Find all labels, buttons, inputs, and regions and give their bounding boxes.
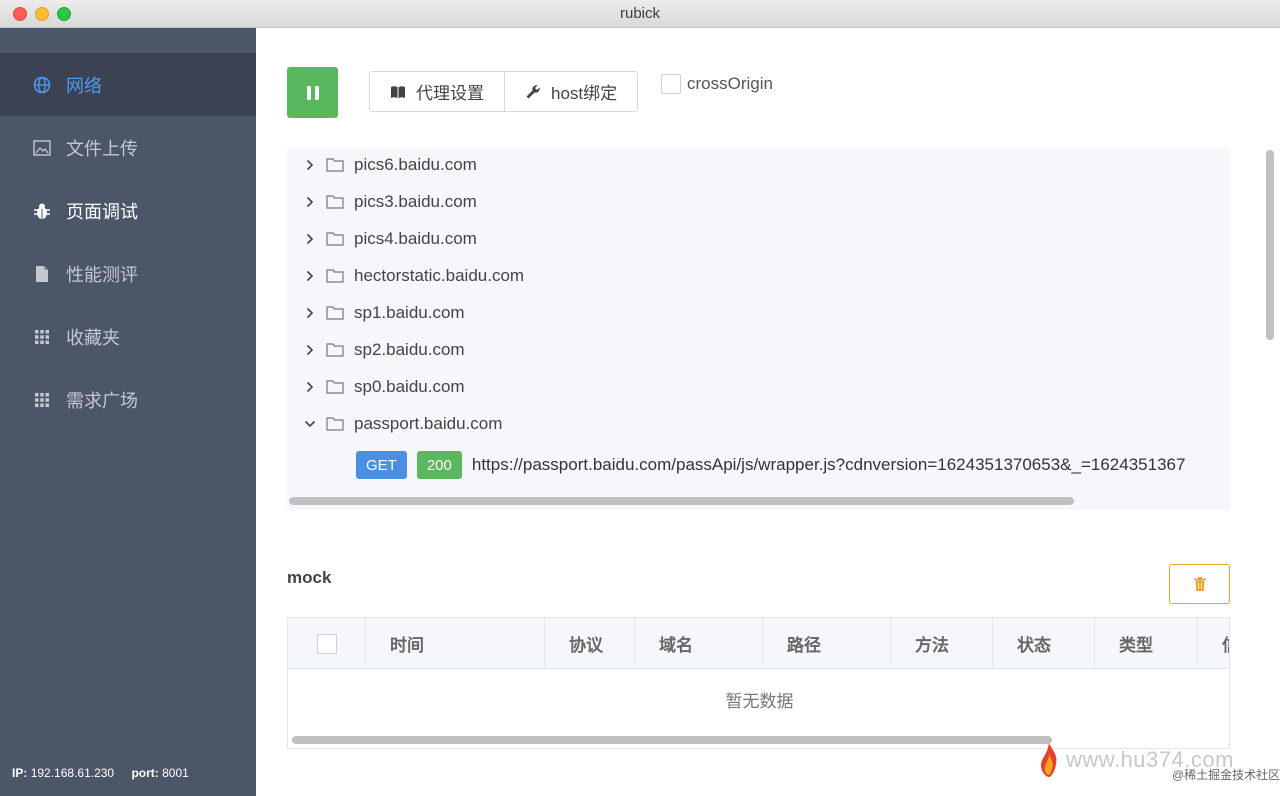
- sidebar-item-network[interactable]: 网络: [0, 53, 256, 116]
- column-header[interactable]: 域名: [635, 618, 763, 669]
- tree-node[interactable]: passport.baidu.com: [287, 405, 502, 442]
- folder-icon: [326, 379, 344, 394]
- folder-icon: [326, 305, 344, 320]
- watermark: www.hu374.com @稀土掘金技术社区: [1038, 742, 1280, 782]
- folder-icon: [326, 157, 344, 172]
- select-all-cell: [288, 618, 366, 669]
- tree-node-label: pics4.baidu.com: [354, 228, 477, 248]
- flame-logo-icon: [1038, 742, 1060, 778]
- tree-node[interactable]: sp1.baidu.com: [287, 294, 465, 331]
- status-badge: 200: [416, 451, 462, 479]
- table-horizontal-scrollbar[interactable]: [292, 736, 1052, 744]
- trash-icon: [1193, 577, 1206, 591]
- port-label: port:: [131, 766, 159, 780]
- sidebar-item-page-debug[interactable]: 页面调试: [0, 179, 256, 242]
- column-header[interactable]: 类型: [1095, 618, 1198, 669]
- tree-node[interactable]: pics3.baidu.com: [287, 183, 477, 220]
- globe-icon: [32, 75, 52, 95]
- folder-icon: [326, 194, 344, 209]
- sidebar-item-favorites[interactable]: 收藏夹: [0, 305, 256, 368]
- book-icon: [390, 85, 406, 99]
- window-title: rubick: [619, 5, 660, 22]
- grid-icon: [32, 390, 52, 410]
- tree-node-label: sp1.baidu.com: [354, 302, 465, 322]
- sidebar-item-performance[interactable]: 性能测评: [0, 242, 256, 305]
- folder-icon: [326, 268, 344, 283]
- port-value: 8001: [162, 766, 189, 780]
- sidebar-item-requirements[interactable]: 需求广场: [0, 368, 256, 431]
- watermark-subtext: @稀土掘金技术社区: [1172, 768, 1280, 782]
- host-binding-label: host绑定: [551, 84, 618, 103]
- sidebar-item-label: 文件上传: [66, 138, 138, 159]
- chevron-right-icon[interactable]: [302, 233, 318, 245]
- chevron-right-icon[interactable]: [302, 159, 318, 171]
- folder-icon: [326, 342, 344, 357]
- column-header[interactable]: 时间: [366, 618, 545, 669]
- tree-node-label: passport.baidu.com: [354, 413, 503, 433]
- sidebar-item-label: 页面调试: [66, 201, 138, 222]
- proxy-settings-label: 代理设置: [416, 84, 484, 103]
- sidebar-item-file-upload[interactable]: 文件上传: [0, 116, 256, 179]
- tree-node-label: sp2.baidu.com: [354, 339, 465, 359]
- mock-section-title: mock: [287, 568, 332, 587]
- tree-node[interactable]: sp2.baidu.com: [287, 331, 465, 368]
- column-header[interactable]: 路径: [763, 618, 891, 669]
- pause-icon: [305, 85, 321, 100]
- column-header[interactable]: 状态: [993, 618, 1095, 669]
- sidebar-item-label: 网络: [66, 75, 102, 96]
- request-row[interactable]: GET 200 https://passport.baidu.com/passA…: [356, 450, 1185, 480]
- ip-label: IP:: [12, 766, 28, 780]
- cross-origin-option[interactable]: crossOrigin: [661, 74, 773, 94]
- network-info: IP: 192.168.61.230 port: 8001: [12, 766, 193, 780]
- delete-button[interactable]: [1169, 564, 1230, 604]
- sidebar-item-label: 性能测评: [66, 264, 138, 285]
- title-bar: rubick: [0, 0, 1280, 28]
- mock-table: 时间 协议 域名 路径 方法 状态 类型 信 暂无数据: [287, 617, 1230, 749]
- chevron-down-icon[interactable]: [302, 420, 318, 428]
- sidebar-item-label: 需求广场: [66, 390, 138, 411]
- chevron-right-icon[interactable]: [302, 270, 318, 282]
- tree-node-label: pics3.baidu.com: [354, 191, 477, 211]
- column-header[interactable]: 信: [1198, 618, 1229, 669]
- image-icon: [32, 138, 52, 158]
- request-url: https://passport.baidu.com/passApi/js/wr…: [471, 455, 1186, 474]
- tree-node[interactable]: pics4.baidu.com: [287, 220, 477, 257]
- method-badge: GET: [356, 451, 407, 479]
- wrench-icon: [525, 84, 541, 100]
- ip-value: 192.168.61.230: [30, 766, 115, 780]
- proxy-settings-button[interactable]: 代理设置: [370, 72, 504, 111]
- bug-icon: [32, 201, 52, 221]
- tree-horizontal-scrollbar[interactable]: [289, 497, 1074, 505]
- tree-vertical-scrollbar[interactable]: [1266, 150, 1274, 340]
- tree-node[interactable]: hectorstatic.baidu.com: [287, 257, 524, 294]
- settings-button-group: 代理设置 host绑定: [369, 71, 639, 112]
- host-binding-button[interactable]: host绑定: [504, 72, 638, 111]
- main-panel: 代理设置 host绑定 crossOrigin pics6.baidu.com …: [256, 28, 1280, 796]
- grid-icon: [32, 327, 52, 347]
- empty-state: 暂无数据: [725, 691, 794, 711]
- sidebar: 网络 文件上传 页面调试 性能测评 收藏夹 需求广场 IP: 192.168.6…: [0, 28, 256, 796]
- tree-node-label: hectorstatic.baidu.com: [354, 265, 525, 285]
- tree-node[interactable]: pics6.baidu.com: [287, 148, 477, 183]
- column-header[interactable]: 协议: [545, 618, 635, 669]
- file-icon: [32, 264, 52, 284]
- select-all-checkbox[interactable]: [316, 633, 337, 654]
- tree-node-label: pics6.baidu.com: [354, 154, 477, 174]
- sidebar-item-label: 收藏夹: [66, 327, 120, 348]
- chevron-right-icon[interactable]: [302, 344, 318, 356]
- cross-origin-checkbox[interactable]: [661, 74, 681, 94]
- chevron-right-icon[interactable]: [302, 196, 318, 208]
- chevron-right-icon[interactable]: [302, 307, 318, 319]
- tree-node[interactable]: sp0.baidu.com: [287, 368, 465, 405]
- chevron-right-icon[interactable]: [302, 381, 318, 393]
- column-header[interactable]: 方法: [891, 618, 993, 669]
- folder-icon: [326, 416, 344, 431]
- table-header: 时间 协议 域名 路径 方法 状态 类型 信: [288, 618, 1229, 669]
- domain-tree: pics6.baidu.com pics3.baidu.com pics4.ba…: [287, 148, 1230, 510]
- folder-icon: [326, 231, 344, 246]
- cross-origin-label: crossOrigin: [687, 74, 773, 93]
- pause-button[interactable]: [287, 67, 338, 118]
- tree-node-label: sp0.baidu.com: [354, 376, 465, 396]
